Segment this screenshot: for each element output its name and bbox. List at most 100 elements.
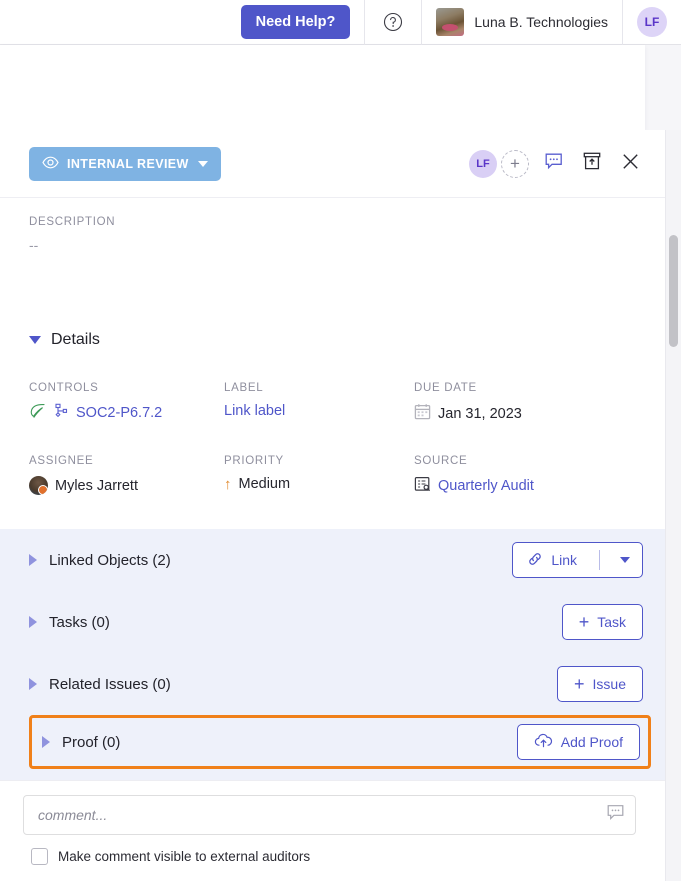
organization-name: Luna B. Technologies xyxy=(474,14,608,30)
background-card xyxy=(0,45,645,130)
chevron-down-icon-link xyxy=(620,557,630,563)
close-panel-button[interactable] xyxy=(617,151,643,177)
calendar-icon xyxy=(414,403,431,424)
field-value-assignee[interactable]: Myles Jarrett xyxy=(29,476,224,495)
control-link[interactable]: SOC2-P6.7.2 xyxy=(76,405,162,421)
section-actions-proof: Add Proof xyxy=(516,724,640,760)
related-sections: Linked Objects (2) Link Tasks (0) + Task… xyxy=(0,529,665,780)
add-assignee-button[interactable]: + xyxy=(501,149,529,178)
panel-scrollbar-track[interactable] xyxy=(665,130,681,881)
field-label-assignee: ASSIGNEE xyxy=(29,455,94,467)
eye-icon xyxy=(42,156,59,172)
status-dropdown-button[interactable]: INTERNAL REVIEW xyxy=(29,146,221,181)
field-due-date: DUE DATE Jan 31, 2023 xyxy=(414,382,636,424)
field-label-group: LABEL Link label xyxy=(224,382,414,424)
field-label-label: LABEL xyxy=(224,382,264,394)
status-label: INTERNAL REVIEW xyxy=(67,156,189,171)
panel-header-actions: LF + xyxy=(469,149,643,178)
add-issue-label: Issue xyxy=(592,676,626,692)
triangle-right-icon-issues[interactable] xyxy=(29,678,37,690)
comment-bubble-icon xyxy=(545,153,563,175)
archive-button[interactable] xyxy=(579,151,605,177)
organization-selector[interactable]: Luna B. Technologies xyxy=(422,0,622,45)
comment-bubble-icon-footer xyxy=(607,805,624,826)
label-link[interactable]: Link label xyxy=(224,403,285,419)
comment-input[interactable] xyxy=(38,807,597,823)
need-help-button[interactable]: Need Help? xyxy=(240,5,351,39)
button-divider xyxy=(599,550,600,570)
field-label-controls: CONTROLS xyxy=(29,382,99,394)
cloud-upload-icon xyxy=(534,733,553,751)
details-field-grid: CONTROLS SOC2-P6.7.2 LABEL Link label DU… xyxy=(29,382,636,496)
detail-panel-body: DESCRIPTION -- Details CONTROLS SOC2-P6.… xyxy=(0,198,665,780)
section-title-tasks[interactable]: Tasks (0) xyxy=(49,614,110,631)
section-linked-objects: Linked Objects (2) Link xyxy=(0,529,665,591)
source-link[interactable]: Quarterly Audit xyxy=(438,478,534,494)
section-title-proof[interactable]: Proof (0) xyxy=(62,734,120,751)
section-tasks: Tasks (0) + Task xyxy=(0,591,665,653)
assignee-avatar xyxy=(29,476,48,495)
chevron-down-icon xyxy=(197,160,208,167)
description-value: -- xyxy=(29,237,39,253)
add-issue-button[interactable]: + Issue xyxy=(557,666,643,702)
panel-scrollbar-thumb[interactable] xyxy=(669,235,678,347)
priority-value: Medium xyxy=(238,476,291,492)
question-circle-icon xyxy=(383,12,403,32)
details-white-area: DESCRIPTION -- Details CONTROLS SOC2-P6.… xyxy=(0,198,665,496)
comment-box[interactable] xyxy=(23,795,636,835)
field-assignee: ASSIGNEE Myles Jarrett xyxy=(29,455,224,496)
field-value-controls: SOC2-P6.7.2 xyxy=(29,403,224,423)
link-split-button[interactable]: Link xyxy=(512,542,643,578)
external-auditors-label[interactable]: Make comment visible to external auditor… xyxy=(58,849,310,864)
add-proof-label: Add Proof xyxy=(560,734,623,750)
detail-panel: INTERNAL REVIEW LF + DESCRIPTION -- Deta… xyxy=(0,130,665,881)
field-label-due-date: DUE DATE xyxy=(414,382,477,394)
section-actions-linked-objects: Link xyxy=(512,542,643,578)
section-actions-tasks: + Task xyxy=(561,604,643,640)
link-button-label: Link xyxy=(551,552,577,568)
link-button[interactable]: Link xyxy=(513,543,591,577)
field-value-label: Link label xyxy=(224,403,414,419)
user-avatar: LF xyxy=(637,7,667,37)
node-hierarchy-icon xyxy=(53,403,69,423)
add-task-button[interactable]: + Task xyxy=(561,604,643,640)
leaf-icon xyxy=(29,403,46,423)
add-proof-button[interactable]: Add Proof xyxy=(516,724,640,760)
triangle-right-icon-tasks[interactable] xyxy=(29,616,37,628)
section-related-issues: Related Issues (0) + Issue xyxy=(0,653,665,715)
details-section-toggle[interactable]: Details xyxy=(29,331,636,349)
arrow-up-icon: ↑ xyxy=(224,475,232,493)
section-actions-issues: + Issue xyxy=(557,666,643,702)
panel-assignee-avatar[interactable]: LF xyxy=(469,149,497,178)
details-section-title: Details xyxy=(51,331,100,348)
due-date-value: Jan 31, 2023 xyxy=(438,405,522,422)
assignee-name: Myles Jarrett xyxy=(55,477,138,494)
comment-emoji-button[interactable] xyxy=(607,805,624,826)
field-value-priority[interactable]: ↑ Medium xyxy=(224,476,414,492)
plus-icon-issue: + xyxy=(574,674,585,694)
field-controls: CONTROLS SOC2-P6.7.2 xyxy=(29,382,224,424)
plus-icon-task: + xyxy=(578,612,590,632)
document-search-icon xyxy=(414,476,431,496)
link-dropdown-toggle[interactable] xyxy=(608,543,642,577)
field-label-priority: PRIORITY xyxy=(224,455,284,467)
field-value-due-date[interactable]: Jan 31, 2023 xyxy=(414,403,636,424)
detail-panel-header: INTERNAL REVIEW LF + xyxy=(0,130,665,198)
comment-footer: Make comment visible to external auditor… xyxy=(0,780,665,881)
help-button[interactable] xyxy=(365,0,421,45)
section-title-linked-objects[interactable]: Linked Objects (2) xyxy=(49,552,171,569)
triangle-down-icon xyxy=(29,336,41,344)
comment-button[interactable] xyxy=(541,151,567,177)
section-proof: Proof (0) Add Proof xyxy=(29,715,651,769)
description-label: DESCRIPTION xyxy=(29,216,116,228)
field-priority: PRIORITY ↑ Medium xyxy=(224,455,414,496)
chain-link-icon xyxy=(527,551,543,570)
triangle-right-icon-proof[interactable] xyxy=(42,736,50,748)
user-menu-button[interactable]: LF xyxy=(623,0,681,45)
external-auditors-checkbox[interactable] xyxy=(31,848,48,865)
archive-box-icon xyxy=(583,152,601,175)
organization-avatar xyxy=(436,8,465,36)
triangle-right-icon-linked-objects[interactable] xyxy=(29,554,37,566)
section-title-related-issues[interactable]: Related Issues (0) xyxy=(49,676,171,693)
top-app-bar: Need Help? Luna B. Technologies LF xyxy=(0,0,681,45)
